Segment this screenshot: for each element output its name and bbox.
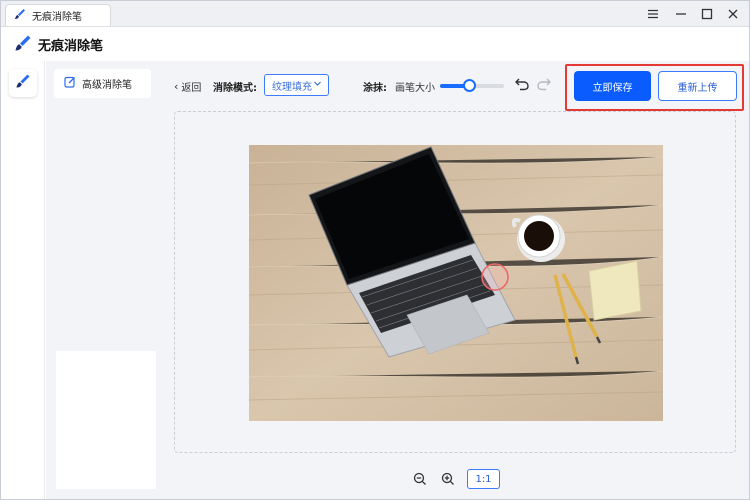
brush-size-label: 画笔大小 [395, 83, 435, 94]
save-button[interactable]: 立即保存 [574, 71, 651, 101]
brush-icon [14, 34, 32, 56]
chevron-down-icon [313, 79, 322, 91]
brush-size-slider[interactable] [440, 79, 504, 92]
brush-size-slider-knob[interactable] [462, 79, 476, 92]
chevron-left-icon: ‹ [174, 80, 179, 93]
side-item-label: 高级消除笔 [82, 80, 132, 91]
main-area: ‹ 返回 消除模式: 纹理填充 涂抹: 画笔大小 立即保存 重新上传 1:1 [159, 61, 749, 499]
minimize-icon[interactable] [669, 4, 693, 24]
maximize-icon[interactable] [695, 4, 719, 24]
zoom-in-icon[interactable] [439, 470, 457, 488]
left-rail [1, 61, 45, 499]
mode-select[interactable]: 纹理填充 [264, 74, 329, 96]
title-bar: 无痕消除笔 [1, 1, 749, 27]
toolbar: ‹ 返回 消除模式: 纹理填充 涂抹: 画笔大小 立即保存 重新上传 [159, 61, 749, 111]
zoom-level-button[interactable]: 1:1 [467, 469, 500, 489]
image-canvas[interactable] [174, 111, 736, 453]
side-item-advanced-eraser[interactable]: 高级消除笔 [54, 69, 151, 98]
app-header: 无痕消除笔 [1, 28, 749, 61]
side-card [56, 351, 156, 489]
mode-select-value: 纹理填充 [272, 81, 312, 93]
reupload-button[interactable]: 重新上传 [658, 71, 737, 101]
window-tab[interactable]: 无痕消除笔 [5, 4, 111, 26]
undo-icon[interactable] [513, 75, 531, 93]
back-button[interactable]: ‹ 返回 [174, 79, 201, 94]
zoom-out-icon[interactable] [411, 470, 429, 488]
photo-preview[interactable] [249, 145, 663, 421]
brush-icon [15, 73, 31, 93]
side-panel: 高级消除笔 [46, 61, 159, 499]
window-tab-title: 无痕消除笔 [32, 12, 82, 23]
edit-icon [64, 76, 76, 91]
erase-label: 涂抹: [363, 83, 387, 94]
rail-item-eraser[interactable] [9, 69, 37, 97]
app-title: 无痕消除笔 [38, 39, 104, 54]
redo-icon[interactable] [535, 75, 553, 93]
close-icon[interactable] [721, 4, 745, 24]
mode-label: 消除模式: [213, 83, 257, 94]
brush-icon [14, 8, 26, 23]
menu-icon[interactable] [641, 4, 665, 24]
back-label: 返回 [181, 83, 202, 94]
app-window: 无痕消除笔 无痕消除笔 高级消除笔 ‹ 返回 消除模式: 纹理填充 涂抹: 画笔… [0, 0, 750, 500]
zoom-bar: 1:1 [159, 466, 749, 492]
